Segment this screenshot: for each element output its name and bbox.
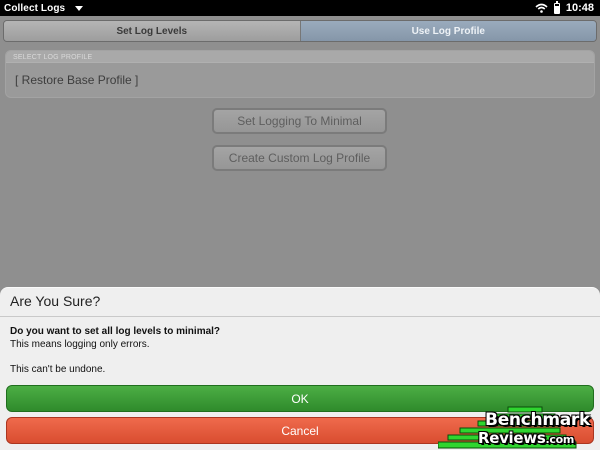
dialog-warning: This can't be undone.	[10, 364, 106, 375]
app-menu[interactable]: Collect Logs	[4, 2, 84, 14]
status-indicators: 10:48	[535, 0, 594, 14]
log-profile-selector[interactable]: [ Restore Base Profile ]	[6, 63, 594, 97]
log-profile-header: SELECT LOG PROFILE	[6, 51, 594, 63]
clock: 10:48	[565, 2, 594, 14]
wifi-icon	[535, 3, 548, 13]
dialog-question: Do you want to set all log levels to min…	[10, 326, 221, 337]
log-profile-group: SELECT LOG PROFILE [ Restore Base Profil…	[5, 50, 595, 98]
dialog-divider	[0, 316, 600, 317]
dialog-title: Are You Sure?	[10, 293, 101, 309]
app-title: Collect Logs	[4, 2, 66, 14]
tab-set-log-levels[interactable]: Set Log Levels	[4, 21, 301, 41]
dialog-detail: This means logging only errors.	[10, 339, 150, 350]
tab-bar: Set Log Levels Use Log Profile	[3, 20, 597, 42]
create-custom-profile-button[interactable]: Create Custom Log Profile	[212, 145, 387, 171]
benchmark-reviews-watermark: Benchmark Reviews.com	[438, 406, 600, 450]
watermark-line1: Benchmark	[485, 410, 590, 430]
battery-icon	[553, 0, 560, 14]
watermark-line2: Reviews.com	[478, 429, 574, 447]
chevron-down-icon	[75, 6, 84, 11]
tab-use-log-profile[interactable]: Use Log Profile	[300, 21, 596, 41]
set-logging-minimal-button[interactable]: Set Logging To Minimal	[212, 108, 387, 134]
status-bar: Collect Logs 10:48	[0, 0, 600, 16]
watermark-suffix: .com	[545, 433, 574, 446]
watermark-name: Reviews	[477, 429, 546, 447]
